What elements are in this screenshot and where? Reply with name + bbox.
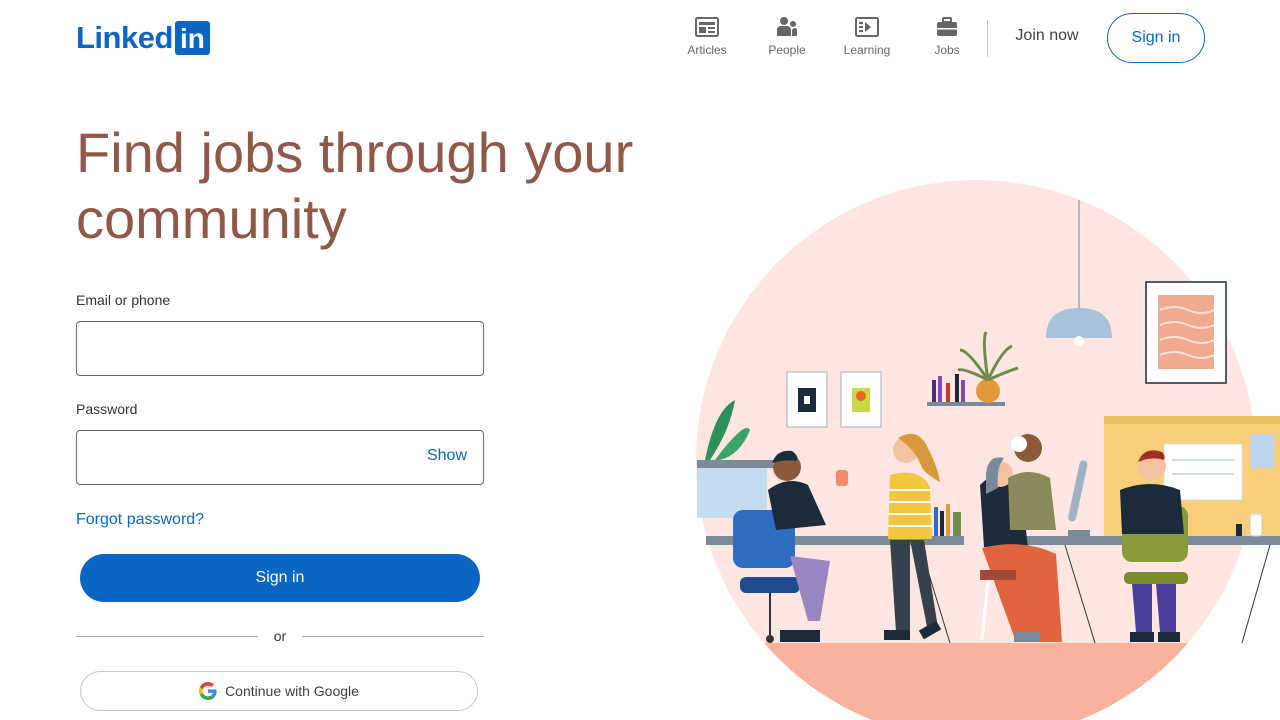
email-label: Email or phone — [76, 292, 171, 308]
nav-people-label: People — [768, 43, 806, 57]
logo-in-box: in — [174, 21, 210, 55]
office-scene-illustration — [696, 180, 1280, 720]
header-sign-in-button[interactable]: Sign in — [1107, 13, 1205, 63]
nav-people[interactable]: People — [747, 15, 827, 59]
password-input[interactable] — [76, 430, 484, 485]
top-nav: Linked in Articles People Learning Jobs … — [0, 0, 1280, 76]
logo-wordmark: Linked — [76, 20, 173, 55]
linkedin-logo[interactable]: Linked in — [76, 21, 210, 55]
google-button-label: Continue with Google — [225, 683, 359, 699]
email-input[interactable] — [76, 321, 484, 376]
nav-articles[interactable]: Articles — [667, 15, 747, 59]
continue-with-google-button[interactable]: Continue with Google — [80, 671, 478, 711]
hero-title: Find jobs through your community — [76, 121, 634, 250]
nav-learning-label: Learning — [843, 43, 891, 57]
nav-divider — [987, 20, 988, 57]
main-nav: Articles People Learning Jobs — [667, 15, 987, 59]
password-label: Password — [76, 401, 138, 417]
or-line-left — [76, 636, 258, 637]
or-divider: or — [76, 628, 484, 644]
google-icon — [199, 682, 217, 700]
nav-jobs-label: Jobs — [934, 43, 960, 57]
show-password-button[interactable]: Show — [427, 447, 467, 465]
nav-articles-label: Articles — [687, 43, 727, 57]
nav-jobs[interactable]: Jobs — [907, 15, 987, 59]
people-icon — [774, 15, 800, 39]
join-now-button[interactable]: Join now — [1003, 14, 1091, 58]
articles-icon — [694, 15, 720, 39]
learning-icon — [854, 15, 880, 39]
sign-in-form: Email or phone Password Show Forgot pass… — [76, 290, 484, 711]
or-line-right — [302, 636, 484, 637]
forgot-password-link[interactable]: Forgot password? — [76, 511, 204, 529]
password-field: Show — [76, 430, 484, 485]
nav-learning[interactable]: Learning — [827, 15, 907, 59]
hero-illustration — [690, 175, 1280, 720]
or-text: or — [273, 628, 287, 644]
sign-in-button[interactable]: Sign in — [80, 554, 480, 602]
jobs-icon — [934, 15, 960, 39]
